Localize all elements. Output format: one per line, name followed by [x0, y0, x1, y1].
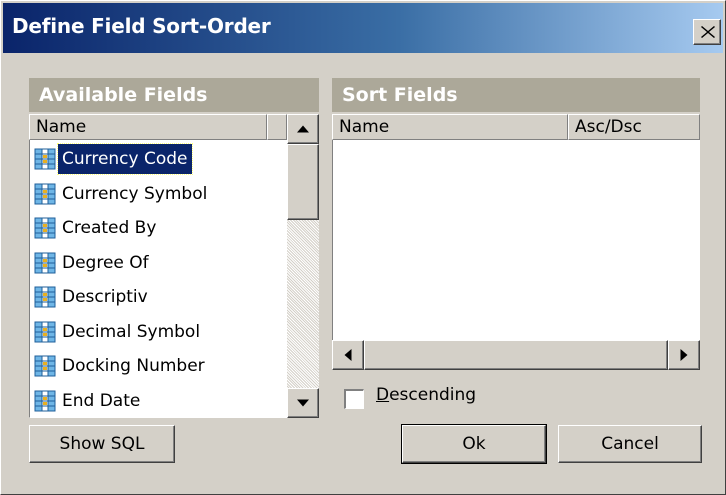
field-icon — [34, 355, 56, 377]
close-button[interactable] — [693, 19, 721, 45]
show-sql-button[interactable]: Show SQL — [29, 425, 175, 463]
horizontal-scroll-thumb[interactable] — [364, 340, 668, 370]
available-fields-list[interactable]: Currency Code Currency Symbol Created By… — [29, 140, 287, 418]
available-field-item[interactable]: Currency Code — [34, 142, 193, 176]
sort-fields-list[interactable] — [332, 140, 700, 356]
available-field-item[interactable]: End Date — [34, 384, 144, 418]
sort-fields-panel: Sort Fields Name Asc/Dsc Descending — [332, 78, 700, 418]
available-field-item[interactable]: Degree Of — [34, 246, 153, 280]
arrow-right-icon — [680, 349, 688, 361]
descending-label[interactable]: Descending — [376, 385, 476, 405]
available-name-column-header[interactable]: Name — [29, 114, 267, 140]
descending-checkbox[interactable] — [344, 389, 364, 409]
available-field-item[interactable]: Descriptiv — [34, 280, 152, 314]
arrow-up-icon — [297, 125, 309, 133]
available-field-item[interactable]: Docking Number — [34, 349, 209, 383]
available-field-item[interactable]: Currency Symbol — [34, 177, 211, 211]
sort-order-column-header[interactable]: Asc/Dsc — [568, 114, 700, 140]
available-field-item[interactable]: Created By — [34, 211, 160, 245]
field-icon — [34, 148, 56, 170]
field-label: Created By — [62, 218, 157, 238]
field-icon — [34, 390, 56, 412]
cancel-label: Cancel — [601, 434, 659, 454]
ok-label: Ok — [462, 434, 486, 454]
field-label: Descriptiv — [62, 287, 148, 307]
available-field-item[interactable]: Decimal Symbol — [34, 315, 204, 349]
field-label: Decimal Symbol — [62, 321, 201, 342]
scroll-left-button[interactable] — [332, 340, 364, 370]
scroll-thumb[interactable] — [287, 144, 319, 220]
field-icon — [34, 183, 56, 205]
field-label: Currency Symbol — [62, 183, 208, 204]
close-icon — [701, 26, 715, 38]
field-icon — [34, 286, 56, 308]
available-vertical-scrollbar[interactable] — [287, 114, 319, 418]
scroll-down-button[interactable] — [287, 388, 319, 418]
field-icon — [34, 252, 56, 274]
cancel-button[interactable]: Cancel — [558, 425, 702, 463]
column-header-spacer — [267, 114, 287, 140]
scroll-up-button[interactable] — [287, 114, 319, 144]
field-icon — [34, 321, 56, 343]
arrow-down-icon — [297, 399, 309, 407]
field-label: Docking Number — [62, 356, 205, 376]
title-bar[interactable]: Define Field Sort-Order — [3, 3, 723, 53]
field-label: Currency Code — [57, 143, 193, 175]
dialog-title: Define Field Sort-Order — [12, 14, 271, 38]
sort-fields-header: Sort Fields — [332, 78, 700, 112]
arrow-left-icon — [344, 349, 352, 361]
field-label: Degree Of — [62, 252, 149, 273]
sort-horizontal-scrollbar[interactable] — [332, 340, 700, 370]
available-fields-header: Available Fields — [29, 78, 319, 112]
available-fields-panel: Available Fields Name Currency Code Curr… — [29, 78, 319, 418]
dialog-window: Define Field Sort-Order Available Fields… — [0, 0, 726, 495]
scroll-right-button[interactable] — [668, 340, 700, 370]
sort-name-column-header[interactable]: Name — [332, 114, 568, 140]
show-sql-label: Show SQL — [59, 434, 145, 454]
field-icon — [34, 217, 56, 239]
field-label: End Date — [62, 390, 141, 411]
ok-button[interactable]: Ok — [401, 424, 547, 464]
